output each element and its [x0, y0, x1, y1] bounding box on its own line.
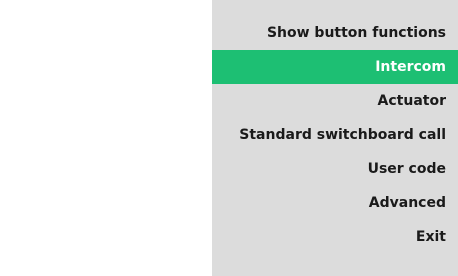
- blank-area: [0, 0, 212, 276]
- menu-item-intercom[interactable]: Intercom: [212, 50, 458, 84]
- menu-item-actuator[interactable]: Actuator: [212, 84, 458, 118]
- menu-panel: Show button functions Intercom Actuator …: [212, 0, 458, 276]
- menu-item-user-code[interactable]: User code: [212, 152, 458, 186]
- menu-item-show-button-functions[interactable]: Show button functions: [212, 16, 458, 50]
- menu-item-standard-switchboard-call[interactable]: Standard switchboard call: [212, 118, 458, 152]
- menu-item-exit[interactable]: Exit: [212, 220, 458, 254]
- menu-item-advanced[interactable]: Advanced: [212, 186, 458, 220]
